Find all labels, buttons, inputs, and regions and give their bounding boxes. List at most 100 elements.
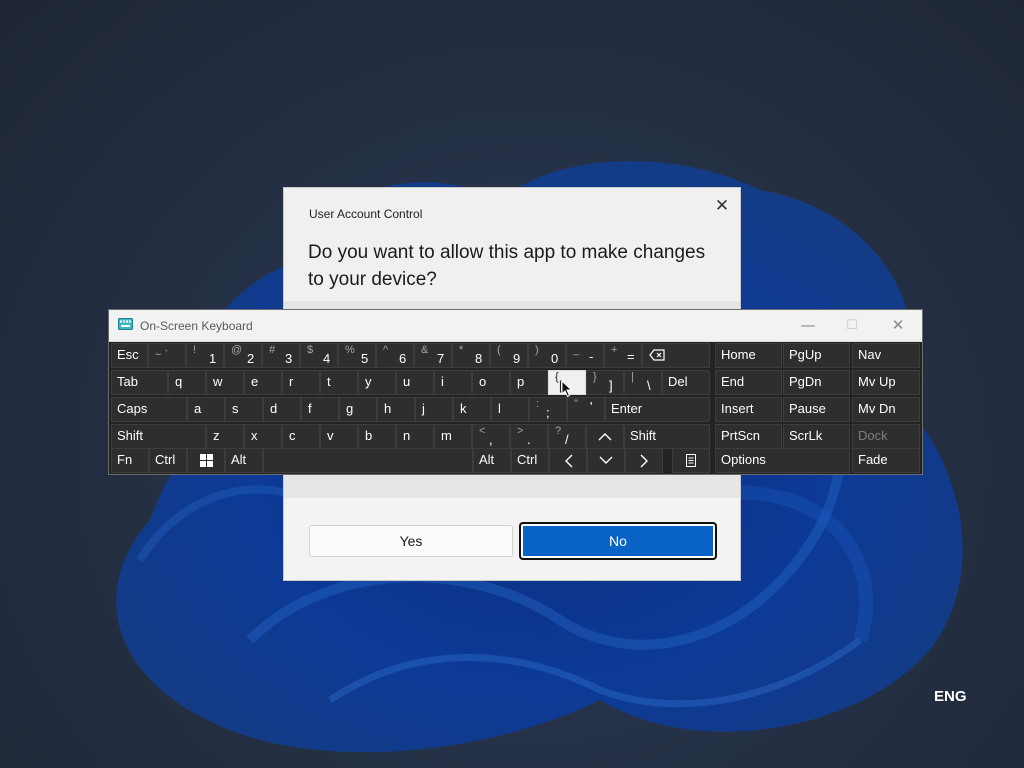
- key-j[interactable]: j: [415, 397, 453, 422]
- key-alt-right[interactable]: Alt: [473, 448, 511, 473]
- key-z[interactable]: z: [206, 424, 244, 449]
- key-m[interactable]: m: [434, 424, 472, 449]
- key-4[interactable]: $4: [300, 343, 338, 368]
- key-end[interactable]: End: [715, 370, 782, 395]
- key-x[interactable]: x: [244, 424, 282, 449]
- keyboard-icon: [118, 318, 133, 330]
- key-f[interactable]: f: [301, 397, 339, 422]
- key-ctrl-left[interactable]: Ctrl: [149, 448, 187, 473]
- key-backspace[interactable]: [642, 343, 710, 368]
- key-prtscn[interactable]: PrtScn: [715, 424, 782, 449]
- uac-title: User Account Control: [309, 207, 423, 221]
- key-del[interactable]: Del: [662, 370, 710, 395]
- key-insert[interactable]: Insert: [715, 397, 782, 422]
- key-tilde[interactable]: ~ `: [148, 343, 186, 368]
- key-dock[interactable]: Dock: [852, 424, 920, 449]
- windows-icon: [188, 449, 224, 472]
- key-move-up[interactable]: Mv Up: [852, 370, 920, 395]
- arrow-right-icon: [626, 449, 662, 472]
- key-k[interactable]: k: [453, 397, 491, 422]
- key-o[interactable]: o: [472, 370, 510, 395]
- maximize-icon[interactable]: ☐: [841, 315, 863, 335]
- key-home[interactable]: Home: [715, 343, 782, 368]
- key-slash[interactable]: ? /: [548, 424, 586, 449]
- key-g[interactable]: g: [339, 397, 377, 422]
- uac-close-icon[interactable]: ✕: [712, 196, 732, 216]
- key-alt-left[interactable]: Alt: [225, 448, 263, 473]
- key-n[interactable]: n: [396, 424, 434, 449]
- key-space[interactable]: [263, 448, 473, 473]
- key-a[interactable]: a: [187, 397, 225, 422]
- key-comma[interactable]: <,: [472, 424, 510, 449]
- key-minus[interactable]: _ -: [566, 343, 604, 368]
- key-fn[interactable]: Fn: [111, 448, 149, 473]
- key-nav[interactable]: Nav: [852, 343, 920, 368]
- key-p[interactable]: p: [510, 370, 548, 395]
- key-h[interactable]: h: [377, 397, 415, 422]
- key-0[interactable]: ) 0: [528, 343, 566, 368]
- key-i[interactable]: i: [434, 370, 472, 395]
- key-arrow-down[interactable]: [587, 448, 625, 473]
- key-semicolon[interactable]: :;: [529, 397, 567, 422]
- key-arrow-up[interactable]: [586, 424, 624, 449]
- key-backslash[interactable]: | \: [624, 370, 662, 395]
- key-period[interactable]: >.: [510, 424, 548, 449]
- key-y[interactable]: y: [358, 370, 396, 395]
- key-pgdn[interactable]: PgDn: [783, 370, 850, 395]
- key-quote[interactable]: " ': [567, 397, 605, 422]
- key-l[interactable]: l: [491, 397, 529, 422]
- key-2[interactable]: @2: [224, 343, 262, 368]
- key-arrow-left[interactable]: [549, 448, 587, 473]
- key-move-down[interactable]: Mv Dn: [852, 397, 920, 422]
- key-ctrl-right[interactable]: Ctrl: [511, 448, 549, 473]
- key-s[interactable]: s: [225, 397, 263, 422]
- key-d[interactable]: d: [263, 397, 301, 422]
- key-9[interactable]: (9: [490, 343, 528, 368]
- key-shift-left[interactable]: Shift: [111, 424, 206, 449]
- key-menu[interactable]: [672, 448, 710, 473]
- key-u[interactable]: u: [396, 370, 434, 395]
- key-b[interactable]: b: [358, 424, 396, 449]
- arrow-up-icon: [587, 425, 623, 448]
- osk-titlebar[interactable]: On-Screen Keyboard — ☐ ✕: [109, 310, 922, 342]
- key-e[interactable]: e: [244, 370, 282, 395]
- key-fade[interactable]: Fade: [852, 448, 920, 473]
- uac-question: Do you want to allow this app to make ch…: [308, 242, 706, 290]
- key-left-bracket[interactable]: {[: [548, 370, 586, 398]
- osk-title: On-Screen Keyboard: [140, 319, 253, 333]
- key-1[interactable]: ! 1: [186, 343, 224, 368]
- minimize-icon[interactable]: —: [797, 315, 819, 335]
- key-options[interactable]: Options: [715, 448, 850, 473]
- key-5[interactable]: % 5: [338, 343, 376, 368]
- language-indicator[interactable]: ENG: [934, 688, 967, 705]
- key-8[interactable]: * 8: [452, 343, 490, 368]
- key-equals[interactable]: + =: [604, 343, 642, 368]
- key-6[interactable]: ^ 6: [376, 343, 414, 368]
- key-shift-right[interactable]: Shift: [624, 424, 710, 449]
- no-button[interactable]: No: [519, 522, 717, 560]
- key-t[interactable]: t: [320, 370, 358, 395]
- key-7[interactable]: & 7: [414, 343, 452, 368]
- key-arrow-right[interactable]: [625, 448, 663, 473]
- key-q[interactable]: q: [168, 370, 206, 395]
- key-pgup[interactable]: PgUp: [783, 343, 850, 368]
- key-w[interactable]: w: [206, 370, 244, 395]
- uac-divider: [284, 301, 740, 309]
- backspace-icon: [649, 349, 665, 361]
- key-enter[interactable]: Enter: [605, 397, 710, 422]
- key-r[interactable]: r: [282, 370, 320, 395]
- key-v[interactable]: v: [320, 424, 358, 449]
- key-tab[interactable]: Tab: [111, 370, 168, 395]
- key-right-bracket[interactable]: }]: [586, 370, 624, 395]
- on-screen-keyboard: On-Screen Keyboard — ☐ ✕ Esc ~ ` ! 1 @2 #…: [109, 310, 922, 474]
- key-caps[interactable]: Caps: [111, 397, 187, 422]
- key-c[interactable]: c: [282, 424, 320, 449]
- key-scrlk[interactable]: ScrLk: [783, 424, 850, 449]
- key-esc[interactable]: Esc: [111, 343, 148, 368]
- yes-button[interactable]: Yes: [309, 525, 513, 557]
- arrow-left-icon: [550, 449, 586, 472]
- key-pause[interactable]: Pause: [783, 397, 850, 422]
- key-windows[interactable]: [187, 448, 225, 473]
- key-3[interactable]: #3: [262, 343, 300, 368]
- osk-close-icon[interactable]: ✕: [887, 315, 909, 335]
